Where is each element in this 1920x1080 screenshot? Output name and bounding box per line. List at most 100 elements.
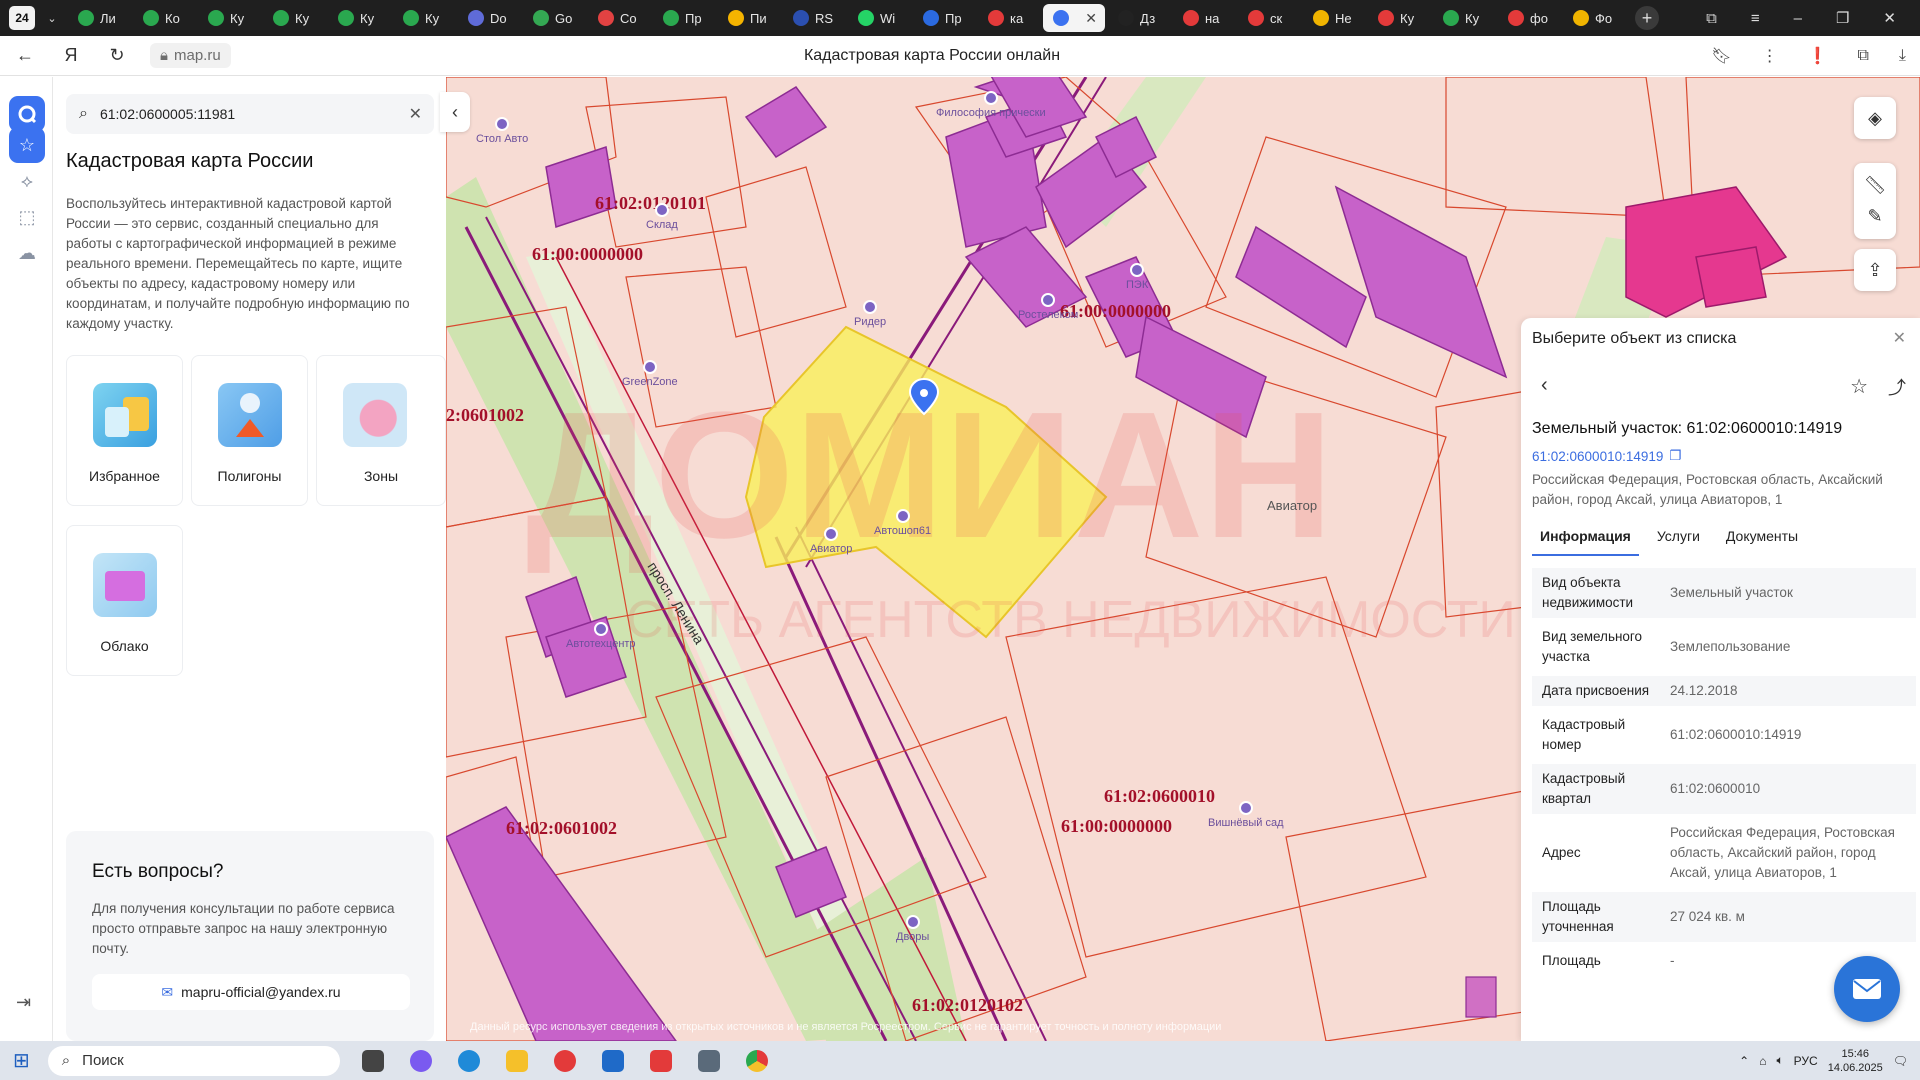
- poi-greenzone[interactable]: GreenZone: [622, 360, 678, 388]
- browser-tab[interactable]: Wi: [848, 4, 910, 32]
- more-icon[interactable]: ⋮: [1762, 46, 1778, 66]
- browser-tab[interactable]: Фо: [1563, 4, 1625, 32]
- browser-tab[interactable]: Do: [458, 4, 520, 32]
- zones-icon[interactable]: ⬚: [13, 203, 41, 231]
- chrome-icon[interactable]: [745, 1049, 768, 1072]
- yandex-icon[interactable]: Я: [60, 45, 82, 66]
- tab-services[interactable]: Услуги: [1649, 516, 1708, 556]
- menu-icon[interactable]: ≡: [1751, 10, 1760, 27]
- bookmark-window-icon[interactable]: ⧉: [1706, 10, 1717, 27]
- browser-tab[interactable]: Ку: [1433, 4, 1495, 32]
- poi-stol-avto[interactable]: Стол Авто: [476, 117, 528, 145]
- sign-in-icon[interactable]: ⇥: [16, 992, 31, 1013]
- tab-active[interactable]: ✕: [1043, 4, 1105, 32]
- browser-tab[interactable]: Ку: [198, 4, 260, 32]
- minimize-icon[interactable]: –: [1794, 10, 1802, 27]
- poi-vishnevyi-sad[interactable]: Вишнёвый сад: [1208, 801, 1284, 829]
- browser-tab[interactable]: Ко: [133, 4, 195, 32]
- cloud-icon[interactable]: ☁︎: [13, 239, 41, 267]
- extension-icon[interactable]: ❗: [1808, 46, 1828, 66]
- poi-aviator[interactable]: Авиатор: [810, 527, 852, 555]
- download-icon[interactable]: ⤓: [1899, 47, 1906, 65]
- poi-rider[interactable]: Ридер: [854, 300, 886, 328]
- tab-favicon-icon: [338, 10, 354, 26]
- browser-tab[interactable]: Ку: [1368, 4, 1430, 32]
- notifications-icon[interactable]: 🗨︎: [1893, 1054, 1908, 1068]
- close-window-icon[interactable]: ✕: [1883, 9, 1896, 27]
- windows-start-icon[interactable]: ⊞: [13, 1048, 30, 1073]
- tab-documents[interactable]: Документы: [1718, 516, 1806, 556]
- polygon-icon[interactable]: ⟡: [13, 167, 41, 195]
- outlook-icon[interactable]: [601, 1049, 624, 1072]
- clear-search-icon[interactable]: ✕: [409, 104, 422, 124]
- taskbar-search[interactable]: ⌕ Поиск: [47, 1045, 340, 1076]
- browser-tab[interactable]: ка: [978, 4, 1040, 32]
- clock[interactable]: 15:46 14.06.2025: [1828, 1047, 1883, 1075]
- task-view-icon[interactable]: [361, 1049, 384, 1072]
- poi-sklad[interactable]: Склад: [646, 203, 678, 231]
- edge-icon[interactable]: [457, 1049, 480, 1072]
- browser-tab[interactable]: фо: [1498, 4, 1560, 32]
- close-tab-icon[interactable]: ✕: [1085, 10, 1097, 27]
- copilot-icon[interactable]: [409, 1049, 432, 1072]
- browser-tab[interactable]: Не: [1303, 4, 1365, 32]
- restore-icon[interactable]: ❐: [1836, 9, 1849, 27]
- browser-tab[interactable]: Ли: [68, 4, 130, 32]
- back-arrow-icon[interactable]: ‹: [1541, 374, 1548, 397]
- calculator-icon[interactable]: [697, 1049, 720, 1072]
- tab-information[interactable]: Информация: [1532, 516, 1639, 556]
- browser-tab[interactable]: ск: [1238, 4, 1300, 32]
- network-icon[interactable]: ⌂: [1759, 1054, 1766, 1068]
- zones-card[interactable]: Зоны: [316, 355, 446, 506]
- browser-tab[interactable]: Пи: [718, 4, 780, 32]
- search-input[interactable]: [99, 106, 380, 122]
- email-button[interactable]: ✉ mapru-official@yandex.ru: [92, 974, 410, 1010]
- browser-tab[interactable]: RS: [783, 4, 845, 32]
- cloud-card[interactable]: Облако: [66, 525, 183, 676]
- tabs-dropdown-icon[interactable]: ⌄: [39, 12, 65, 25]
- poi-pek[interactable]: ПЭК: [1126, 263, 1148, 291]
- browser-tab[interactable]: Ку: [393, 4, 455, 32]
- new-tab-icon[interactable]: +: [1635, 6, 1659, 30]
- browser-tab[interactable]: на: [1173, 4, 1235, 32]
- contact-button[interactable]: [1834, 956, 1900, 1022]
- favorites-icon[interactable]: ☆: [9, 127, 45, 163]
- browser-tab[interactable]: Ку: [263, 4, 325, 32]
- copy-icon[interactable]: ❐: [1669, 448, 1681, 464]
- browser-tab[interactable]: Ку: [328, 4, 390, 32]
- polygons-card[interactable]: Полигоны: [191, 355, 308, 506]
- poi-filosofiya[interactable]: Философия прически: [936, 91, 1046, 119]
- yandex-browser-icon[interactable]: [649, 1049, 672, 1072]
- upload-button[interactable]: ⇪: [1854, 249, 1896, 291]
- browser-tab[interactable]: Пр: [913, 4, 975, 32]
- bookmark-icon[interactable]: 🔖︎: [1711, 46, 1731, 66]
- layers-button[interactable]: ◈: [1854, 97, 1896, 139]
- back-icon[interactable]: ←: [14, 45, 36, 66]
- browser-tab[interactable]: Пр: [653, 4, 715, 32]
- yandex-app-icon[interactable]: [553, 1049, 576, 1072]
- poi-rostelecom[interactable]: Ростелеком: [1018, 293, 1078, 321]
- browser-tab[interactable]: Go: [523, 4, 585, 32]
- poi-dvory[interactable]: Дворы: [896, 915, 929, 943]
- collections-icon[interactable]: ⧉: [1857, 47, 1868, 65]
- file-explorer-icon[interactable]: [505, 1049, 528, 1072]
- collapse-panel-button[interactable]: ‹: [440, 92, 470, 132]
- cadastral-number-link[interactable]: 61:02:0600010:14919 ❐: [1532, 448, 1682, 464]
- poi-avtotehcentr[interactable]: Автотехцентр: [566, 622, 636, 650]
- browser-tab[interactable]: Дз: [1108, 4, 1170, 32]
- favorites-card[interactable]: Избранное: [66, 355, 183, 506]
- edit-icon[interactable]: ✎: [1867, 206, 1882, 227]
- reload-icon[interactable]: ↻: [106, 45, 128, 66]
- chevron-up-icon[interactable]: ⌃: [1739, 1054, 1749, 1068]
- poi-avtoshop61[interactable]: Автошоп61: [874, 509, 931, 537]
- language-indicator[interactable]: РУС: [1794, 1054, 1818, 1068]
- close-icon[interactable]: ✕: [1893, 328, 1906, 348]
- browser-tab[interactable]: Co: [588, 4, 650, 32]
- page-title: Кадастровая карта России онлайн: [803, 46, 1061, 64]
- share-icon[interactable]: ⤴: [1888, 374, 1906, 400]
- tab-counter[interactable]: 24: [9, 6, 35, 30]
- url-field[interactable]: 🔒︎ map.ru: [150, 43, 231, 68]
- volume-icon[interactable]: 🔈︎: [1776, 1053, 1783, 1068]
- star-icon[interactable]: ☆: [1850, 374, 1868, 399]
- ruler-icon[interactable]: 📏︎: [1864, 175, 1887, 196]
